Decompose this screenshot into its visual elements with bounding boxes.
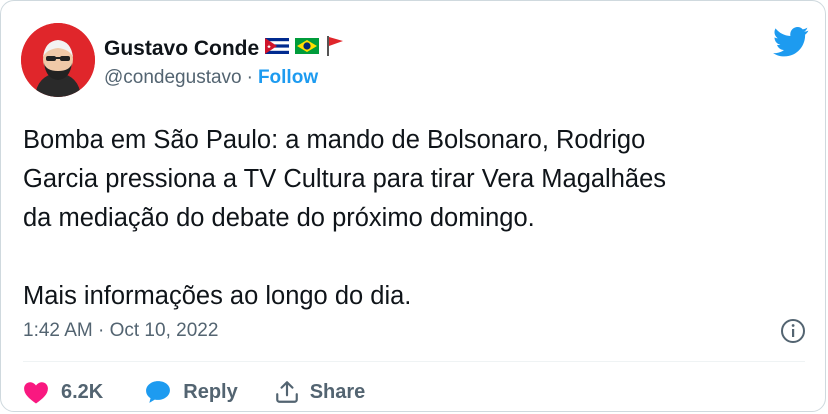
- author-handle[interactable]: @condegustavo: [104, 67, 242, 89]
- red-flag-icon: [325, 35, 345, 62]
- tweet-actions: 6.2K Reply Share: [23, 379, 365, 405]
- info-icon[interactable]: [779, 317, 807, 345]
- reply-label: Reply: [183, 380, 238, 403]
- separator-dot: ·: [246, 67, 253, 88]
- like-count: 6.2K: [61, 380, 104, 403]
- share-button[interactable]: Share: [274, 379, 366, 405]
- tweet-timestamp[interactable]: 1:42 AM · Oct 10, 2022: [23, 320, 218, 342]
- share-label: Share: [309, 380, 366, 403]
- divider: [23, 361, 805, 362]
- share-icon: [274, 379, 300, 405]
- reply-bubble-icon: [145, 380, 171, 404]
- cuba-flag-icon: [265, 38, 290, 59]
- author-name[interactable]: Gustavo Conde: [104, 37, 259, 61]
- reply-button[interactable]: Reply: [145, 380, 273, 404]
- brazil-flag-icon: [295, 38, 320, 59]
- twitter-bird-icon[interactable]: [773, 27, 809, 57]
- tweet-card[interactable]: Gustavo Conde @condegustavo · Follow Bom…: [0, 0, 826, 412]
- avatar-illustration: [21, 23, 95, 97]
- heart-icon: [23, 380, 49, 404]
- like-button[interactable]: 6.2K: [23, 380, 145, 404]
- follow-button[interactable]: Follow: [258, 67, 318, 89]
- tweet-text: Bomba em São Paulo: a mando de Bolsonaro…: [23, 126, 667, 310]
- avatar[interactable]: [21, 23, 95, 97]
